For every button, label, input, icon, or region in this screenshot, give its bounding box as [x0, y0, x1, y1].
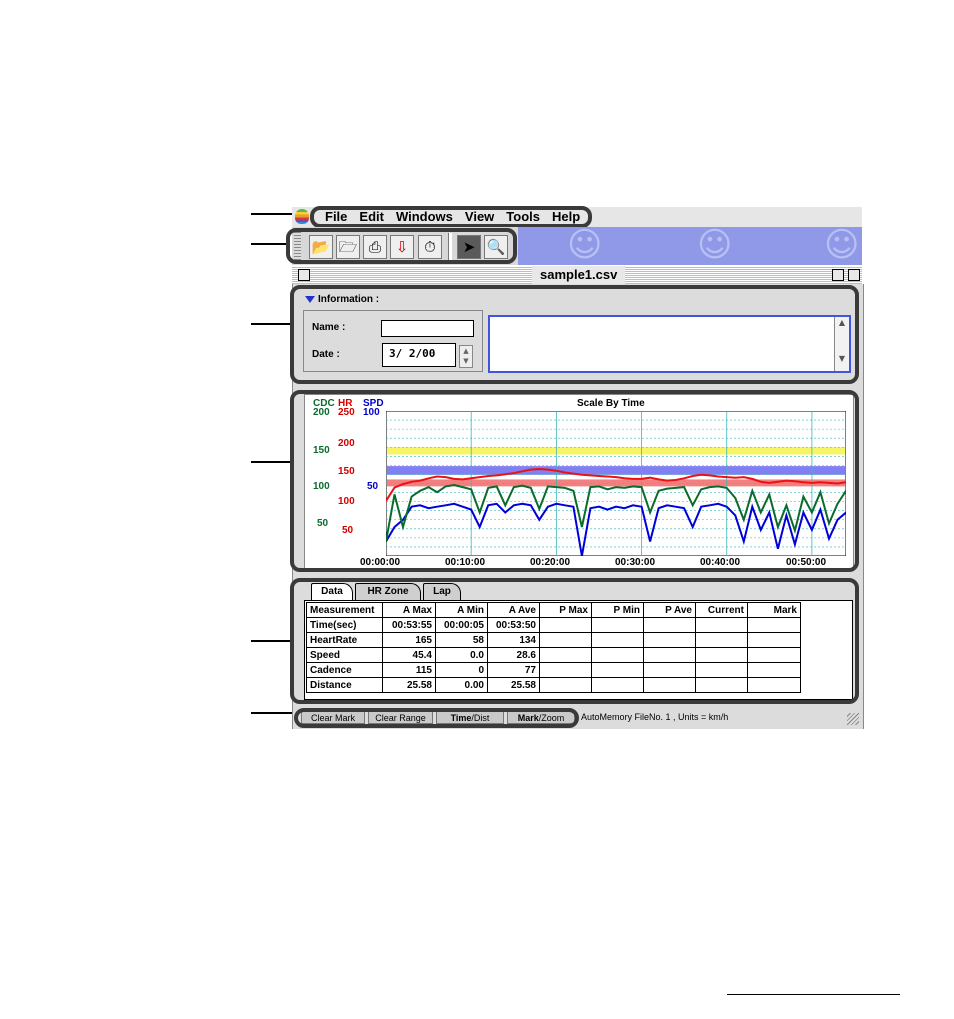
desktop-pattern-icon: ☺ — [567, 227, 603, 265]
highlight-menubar — [310, 206, 592, 228]
highlight-toolbar — [286, 228, 517, 264]
callout-line-information — [251, 323, 293, 325]
callout-line-statusbar — [251, 712, 293, 714]
callout-line-table — [251, 640, 293, 642]
highlight-table — [290, 578, 859, 704]
callout-line-chart — [251, 461, 293, 463]
window-titlebar[interactable]: sample1.csv — [292, 266, 862, 285]
close-box-icon[interactable] — [298, 269, 310, 281]
collapse-box-icon[interactable] — [848, 269, 860, 281]
footer-rule — [727, 994, 900, 995]
highlight-information — [290, 285, 859, 384]
highlight-chart — [290, 390, 859, 572]
callout-line-toolbar — [251, 243, 289, 245]
status-text: AutoMemory FileNo. 1 , Units = km/h — [581, 712, 729, 722]
window-title: sample1.csv — [532, 266, 626, 284]
apple-menu-icon[interactable] — [295, 209, 309, 224]
zoom-box-icon[interactable] — [832, 269, 844, 281]
desktop-pattern-icon: ☺ — [824, 227, 860, 265]
highlight-statusbar — [294, 708, 579, 728]
desktop-pattern-icon: ☺ — [697, 227, 733, 265]
resize-grip-icon[interactable] — [847, 713, 859, 725]
